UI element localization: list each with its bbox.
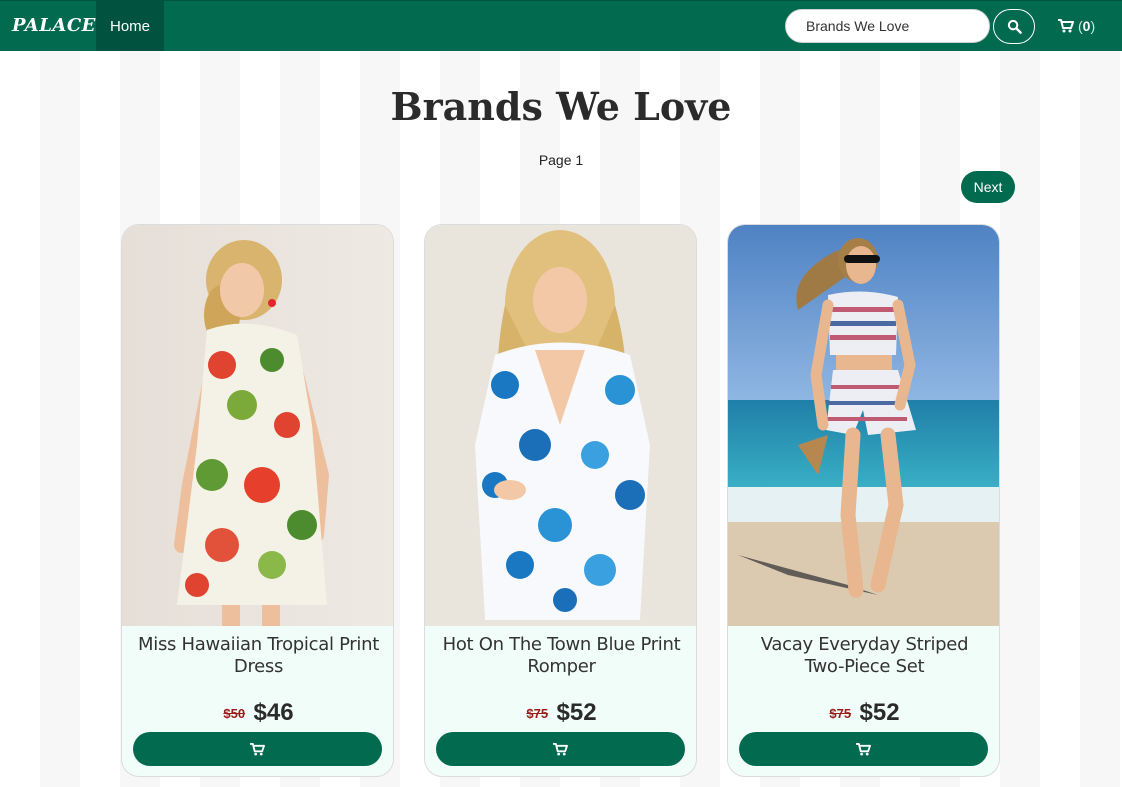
cart-icon <box>1058 19 1074 33</box>
search-icon <box>1007 19 1022 34</box>
sale-price: $52 <box>556 699 597 726</box>
product-name[interactable]: Vacay Everyday Striped Two-Piece Set <box>740 634 989 678</box>
price-row: $75 $52 <box>728 699 999 727</box>
brand-logo[interactable]: PALACE <box>12 15 96 36</box>
product-name[interactable]: Hot On The Town Blue Print Romper <box>437 634 686 678</box>
price-row: $50 $46 <box>122 699 393 727</box>
add-to-cart-button[interactable] <box>436 732 685 766</box>
add-to-cart-button[interactable] <box>739 732 988 766</box>
product-card: Miss Hawaiian Tropical Print Dress $50 $… <box>121 224 394 777</box>
product-card: Hot On The Town Blue Print Romper $75 $5… <box>424 224 697 777</box>
product-name[interactable]: Miss Hawaiian Tropical Print Dress <box>134 634 383 678</box>
sale-price: $52 <box>859 699 900 726</box>
striped-set-photo[interactable] <box>728 225 1000 626</box>
add-to-cart-button[interactable] <box>133 732 382 766</box>
cart-icon <box>856 742 871 756</box>
page-indicator: Page 1 <box>538 152 584 168</box>
search-input[interactable] <box>785 9 990 43</box>
price-row: $75 $52 <box>425 699 696 727</box>
top-navbar: PALACE Home (0) <box>0 0 1122 51</box>
cart-icon <box>553 742 568 756</box>
blue-romper-photo[interactable] <box>425 225 697 626</box>
next-page-button[interactable]: Next <box>961 171 1015 203</box>
old-price: $50 <box>223 706 246 721</box>
search-button[interactable] <box>993 9 1035 44</box>
old-price: $75 <box>829 706 852 721</box>
sale-price: $46 <box>253 699 294 726</box>
cart-icon <box>250 742 265 756</box>
product-card: Vacay Everyday Striped Two-Piece Set $75… <box>727 224 1000 777</box>
old-price: $75 <box>526 706 549 721</box>
nav-home-link[interactable]: Home <box>96 1 164 51</box>
cart-paren-close: ) <box>1090 18 1096 34</box>
floral-dress-photo[interactable] <box>122 225 394 626</box>
page-title: Brands We Love <box>390 84 732 129</box>
nav-cart-link[interactable]: (0) <box>1058 18 1095 34</box>
